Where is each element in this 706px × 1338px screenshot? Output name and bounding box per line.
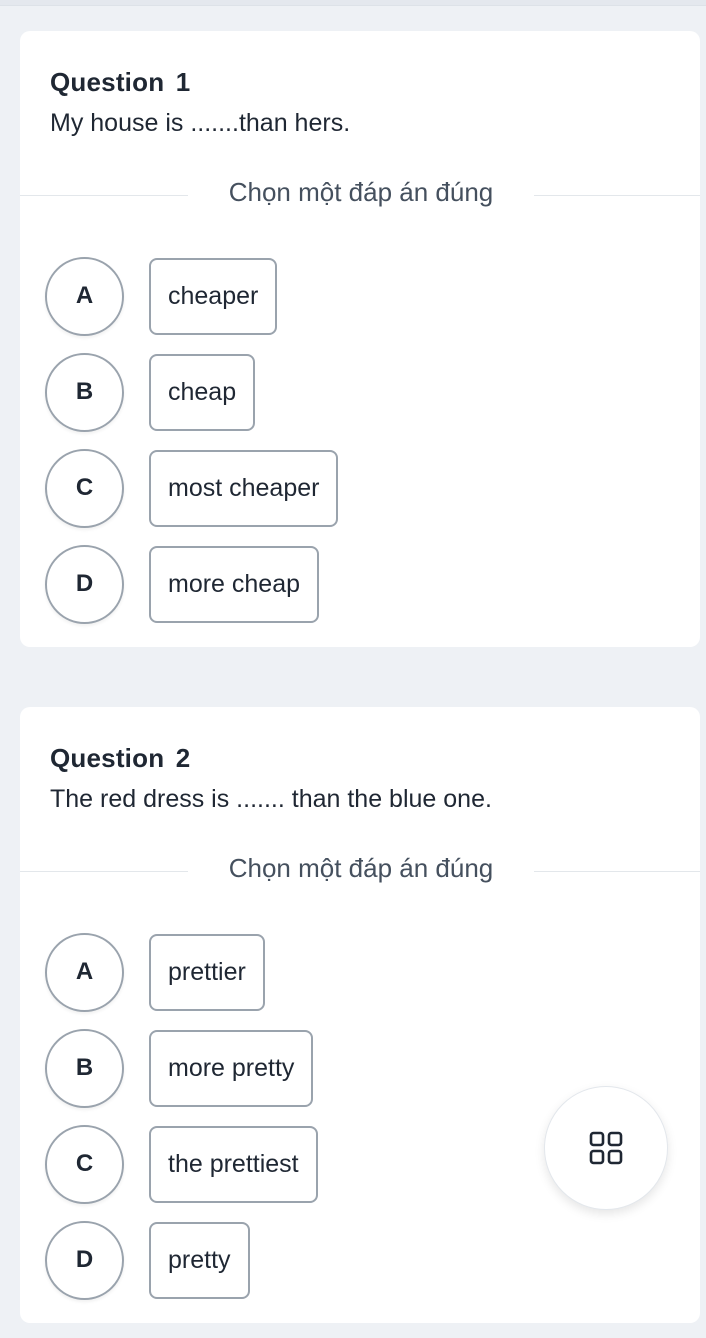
option-answer[interactable]: the prettiest xyxy=(149,1125,318,1203)
question-title: Question 1 xyxy=(50,67,191,97)
option-c[interactable]: C the prettiest xyxy=(45,1124,318,1204)
option-letter[interactable]: D xyxy=(45,1220,124,1300)
option-answer[interactable]: pretty xyxy=(149,1221,250,1299)
grid-icon xyxy=(589,1131,623,1165)
option-letter[interactable]: D xyxy=(45,544,124,624)
question-title: Question 2 xyxy=(50,743,191,773)
question-card-1: Question 1 My house is .......than hers.… xyxy=(20,31,700,647)
option-c[interactable]: C most cheaper xyxy=(45,448,339,528)
option-answer[interactable]: prettier xyxy=(149,933,265,1011)
option-b[interactable]: B more pretty xyxy=(45,1028,314,1108)
question-text: The red dress is ....... than the blue o… xyxy=(50,785,492,813)
option-a[interactable]: A prettier xyxy=(45,932,265,1012)
option-letter[interactable]: C xyxy=(45,1124,124,1204)
option-d[interactable]: D more cheap xyxy=(45,544,320,624)
option-b[interactable]: B cheap xyxy=(45,352,256,432)
top-bar xyxy=(0,0,706,6)
option-letter[interactable]: A xyxy=(45,932,124,1012)
option-letter[interactable]: B xyxy=(45,352,124,432)
question-text: My house is .......than hers. xyxy=(50,109,351,137)
option-letter[interactable]: C xyxy=(45,448,124,528)
option-letter[interactable]: B xyxy=(45,1028,124,1108)
question-grid-button[interactable] xyxy=(544,1086,668,1210)
option-answer[interactable]: more pretty xyxy=(149,1029,314,1107)
option-answer[interactable]: cheaper xyxy=(149,257,278,335)
option-d[interactable]: D pretty xyxy=(45,1220,250,1300)
instruction-label: Chọn một đáp án đúng xyxy=(188,177,534,208)
option-letter[interactable]: A xyxy=(45,256,124,336)
option-answer[interactable]: most cheaper xyxy=(149,449,339,527)
option-a[interactable]: A cheaper xyxy=(45,256,278,336)
instruction-label: Chọn một đáp án đúng xyxy=(188,853,534,884)
option-answer[interactable]: more cheap xyxy=(149,545,320,623)
option-answer[interactable]: cheap xyxy=(149,353,256,431)
question-card-2: Question 2 The red dress is ....... than… xyxy=(20,707,700,1323)
